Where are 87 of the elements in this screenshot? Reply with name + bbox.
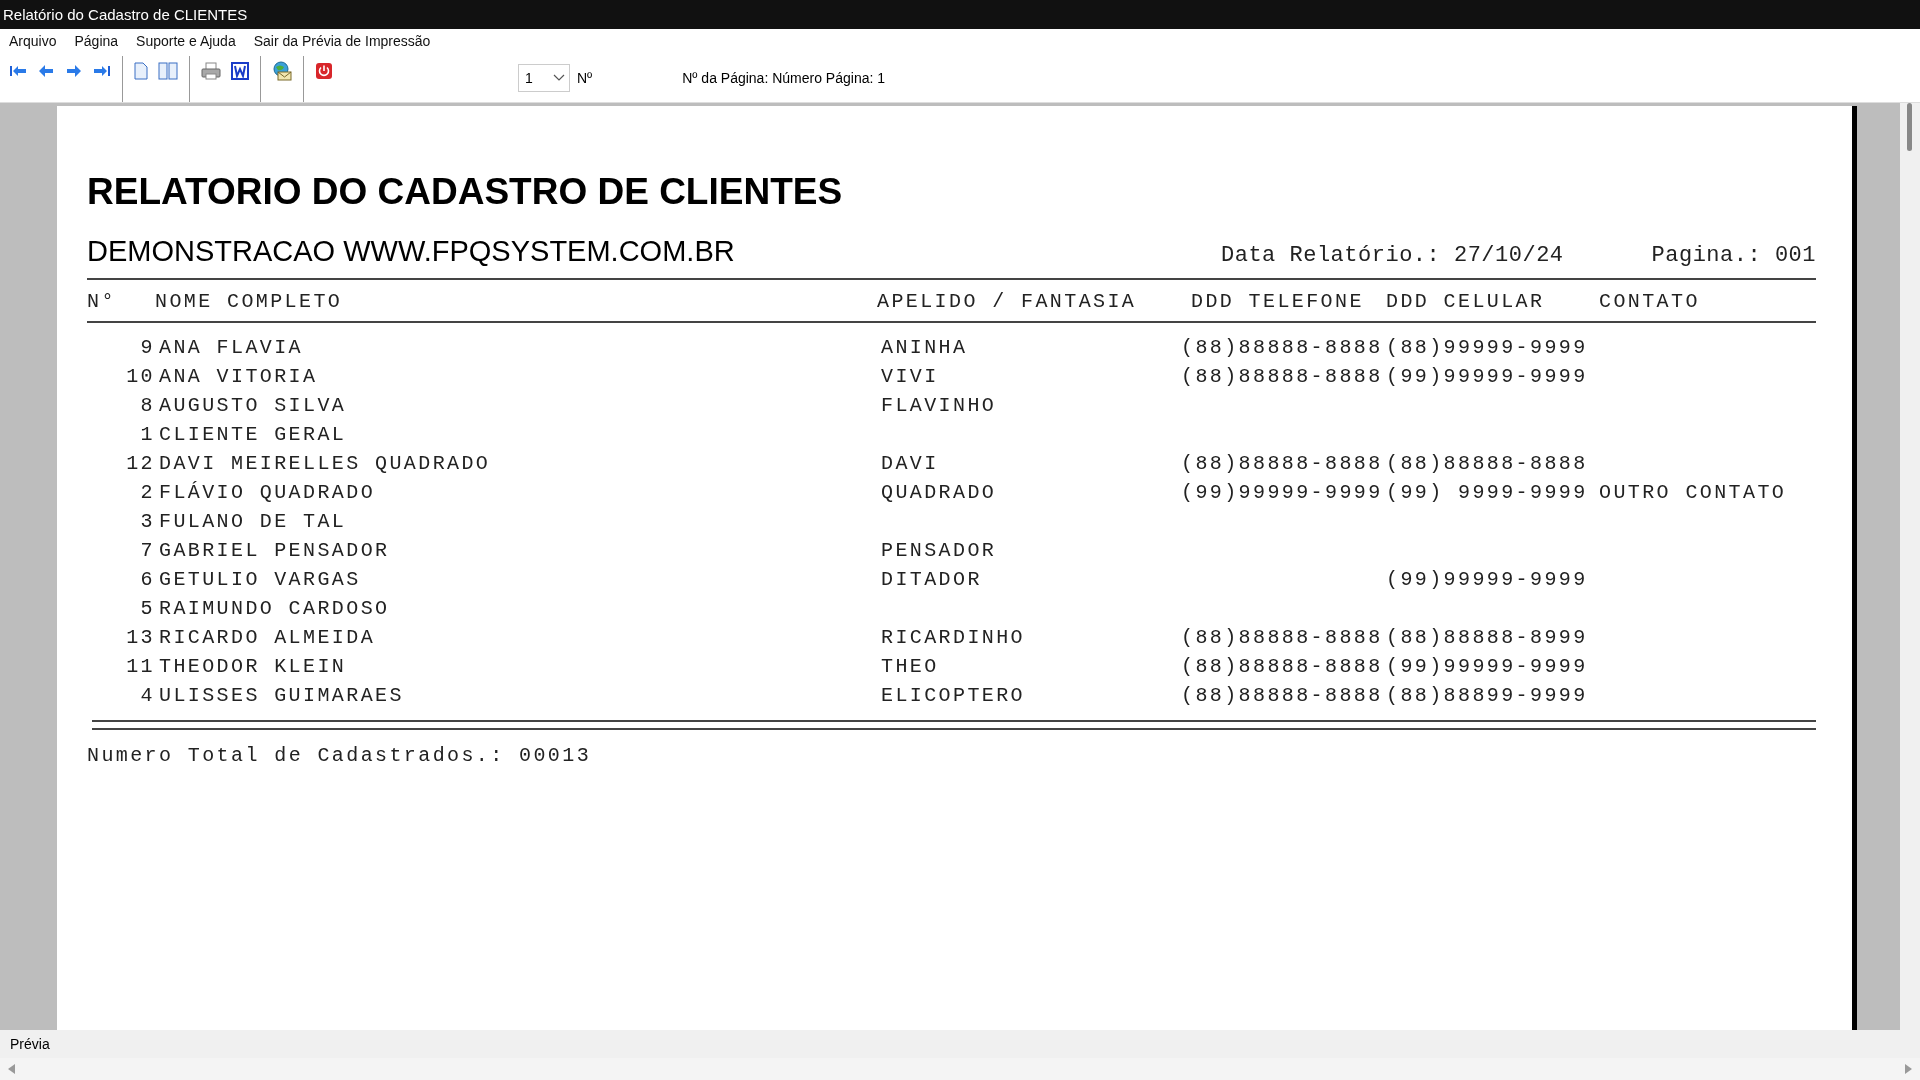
table-cell: ANA FLAVIA (159, 336, 304, 359)
table-cell: 1 (140, 423, 155, 446)
table-cell: ANA VITORIA (159, 365, 318, 388)
table-cell: VIVI (881, 365, 939, 388)
chevron-down-icon (553, 73, 565, 82)
table-cell: ANINHA (881, 336, 968, 359)
table-cell: (88)88888-8888 (1181, 684, 1383, 707)
table-cell: GABRIEL PENSADOR (159, 539, 390, 562)
page-number-dropdown[interactable]: 1 (518, 63, 570, 92)
left-arrow-icon (37, 63, 55, 78)
page-info-text: Nº da Página: Número Página: 1 (682, 69, 886, 86)
page-number-label: Nº (577, 69, 593, 86)
table-cell: ELICOPTERO (881, 684, 1026, 707)
printer-icon (201, 61, 221, 80)
first-arrow-icon (9, 63, 27, 78)
table-cell: (88)88888-8888 (1386, 452, 1588, 475)
column-header: APELIDO / FANTASIA (877, 290, 1138, 313)
table-cell: (99)99999-9999 (1386, 655, 1588, 678)
table-cell: FLÁVIO QUADRADO (159, 481, 376, 504)
table-cell: 8 (140, 394, 155, 417)
table-cell: QUADRADO (881, 481, 997, 504)
table-cell: THEO (881, 655, 939, 678)
page-icon (134, 61, 148, 80)
status-text: Prévia (10, 1036, 50, 1052)
horizontal-scrollbar[interactable] (0, 1058, 1920, 1080)
table-cell: (99)99999-9999 (1386, 365, 1588, 388)
table-cell: 9 (140, 336, 155, 359)
table-cell: (88)88899-9999 (1386, 684, 1588, 707)
table-cell: (88)88888-8888 (1181, 626, 1383, 649)
table-cell: ULISSES GUIMARAES (159, 684, 404, 707)
table-cell: 7 (140, 539, 155, 562)
table-cell: (88)88888-8888 (1181, 655, 1383, 678)
table-cell: RAIMUNDO CARDOSO (159, 597, 390, 620)
scroll-right-icon[interactable] (1904, 1064, 1912, 1074)
report-title: RELATORIO DO CADASTRO DE CLIENTES (87, 171, 844, 213)
table-cell: (88)99999-9999 (1386, 336, 1588, 359)
table-cell: PENSADOR (881, 539, 997, 562)
table-cell: 5 (140, 597, 155, 620)
table-cell: (88)88888-8888 (1181, 452, 1383, 475)
table-cell: RICARDO ALMEIDA (159, 626, 376, 649)
table-cell: 12 (126, 452, 155, 475)
word-document-icon (231, 61, 249, 80)
globe-envelope-icon (272, 60, 292, 81)
table-cell: (88)88888-8888 (1181, 336, 1383, 359)
two-pages-icon (158, 61, 178, 80)
table-cell: GETULIO VARGAS (159, 568, 361, 591)
last-arrow-icon (93, 63, 111, 78)
report-date: Data Relatório.: 27/10/24 (1221, 243, 1564, 268)
window-title: Relatório do Cadastro de CLIENTES (3, 6, 248, 23)
table-cell: FLAVINHO (881, 394, 997, 417)
power-icon (315, 61, 333, 80)
total-count-text: Numero Total de Cadastrados.: 00013 (87, 744, 593, 767)
report-subtitle: DEMONSTRACAO WWW.FPQSYSTEM.COM.BR (87, 235, 735, 268)
menu-item[interactable]: Arquivo (0, 33, 66, 49)
table-cell: DAVI (881, 452, 939, 475)
table-cell: DAVI MEIRELLES QUADRADO (159, 452, 491, 475)
table-cell: RICARDINHO (881, 626, 1026, 649)
column-header: NOME COMPLETO (155, 290, 344, 313)
right-arrow-icon (65, 63, 83, 78)
report-page-number: Pagina.: 001 (1651, 243, 1816, 268)
table-cell: (88)88888-8888 (1181, 365, 1383, 388)
table-cell: OUTRO CONTATO (1599, 481, 1787, 504)
table-cell: THEODOR KLEIN (159, 655, 347, 678)
table-cell: FULANO DE TAL (159, 510, 347, 533)
table-cell: (88)88888-8999 (1386, 626, 1588, 649)
column-header: DDD TELEFONE (1191, 290, 1365, 313)
table-cell: 6 (140, 568, 155, 591)
menu-item[interactable]: Sair da Prévia de Impressão (244, 33, 440, 49)
scroll-left-icon[interactable] (8, 1064, 16, 1074)
table-cell: (99)99999-9999 (1386, 568, 1588, 591)
table-cell: 4 (140, 684, 155, 707)
table-cell: (99) 9999-9999 (1386, 481, 1588, 504)
table-cell: DITADOR (881, 568, 982, 591)
table-cell: 3 (140, 510, 155, 533)
scrollbar-thumb[interactable] (1907, 103, 1912, 151)
table-cell: AUGUSTO SILVA (159, 394, 347, 417)
table-cell: 2 (140, 481, 155, 504)
column-header: N° (87, 290, 117, 313)
table-cell: (99)99999-9999 (1181, 481, 1383, 504)
table-cell: CLIENTE GERAL (159, 423, 347, 446)
column-header: DDD CELULAR (1386, 290, 1546, 313)
menu-item[interactable]: Página (65, 33, 128, 49)
column-header: CONTATO (1599, 290, 1701, 313)
table-cell: 13 (126, 626, 155, 649)
table-cell: 11 (126, 655, 155, 678)
menu-item[interactable]: Suporte e Ajuda (127, 33, 245, 49)
table-cell: 10 (126, 365, 155, 388)
